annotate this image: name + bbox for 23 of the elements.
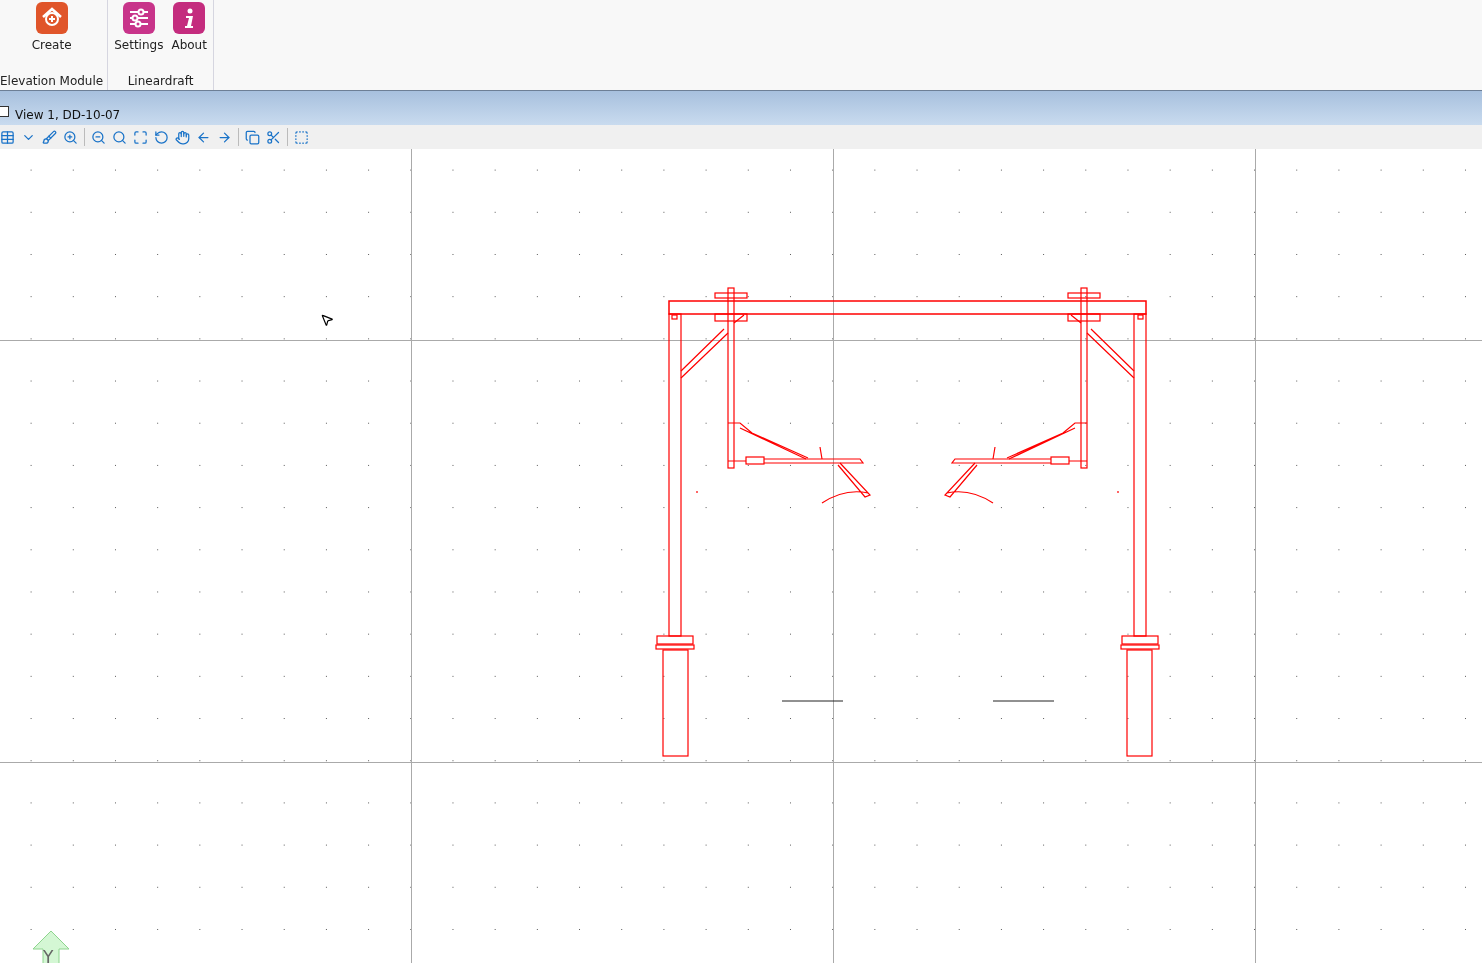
ribbon-button[interactable]: Settings xyxy=(112,2,166,74)
copy-icon[interactable] xyxy=(245,129,260,145)
hand-icon[interactable] xyxy=(175,129,190,145)
table-icon[interactable] xyxy=(0,129,15,145)
brush-icon[interactable] xyxy=(42,129,57,145)
dashed-square-icon[interactable] xyxy=(294,129,309,145)
zoom-in-icon[interactable] xyxy=(63,129,78,145)
zoom-window-icon[interactable] xyxy=(112,129,127,145)
document-icon xyxy=(0,106,9,117)
group-label: Elevation Module xyxy=(0,74,104,90)
ribbon-button[interactable]: Create xyxy=(29,2,74,74)
rotate-icon[interactable] xyxy=(154,129,169,145)
ground-line xyxy=(781,700,844,702)
zoom-out-icon[interactable] xyxy=(91,129,106,145)
view-title: View 1, DD-10-07 xyxy=(15,108,121,122)
scissors-icon[interactable] xyxy=(266,129,281,145)
arrow-right-icon[interactable] xyxy=(217,129,232,145)
axis-label: Y xyxy=(43,947,54,963)
cursor-icon xyxy=(320,313,334,327)
ribbon-button[interactable]: About xyxy=(169,2,209,74)
fit-view-icon[interactable] xyxy=(133,129,148,145)
group-label: Lineardraft xyxy=(127,74,194,90)
ground-line xyxy=(992,700,1055,702)
